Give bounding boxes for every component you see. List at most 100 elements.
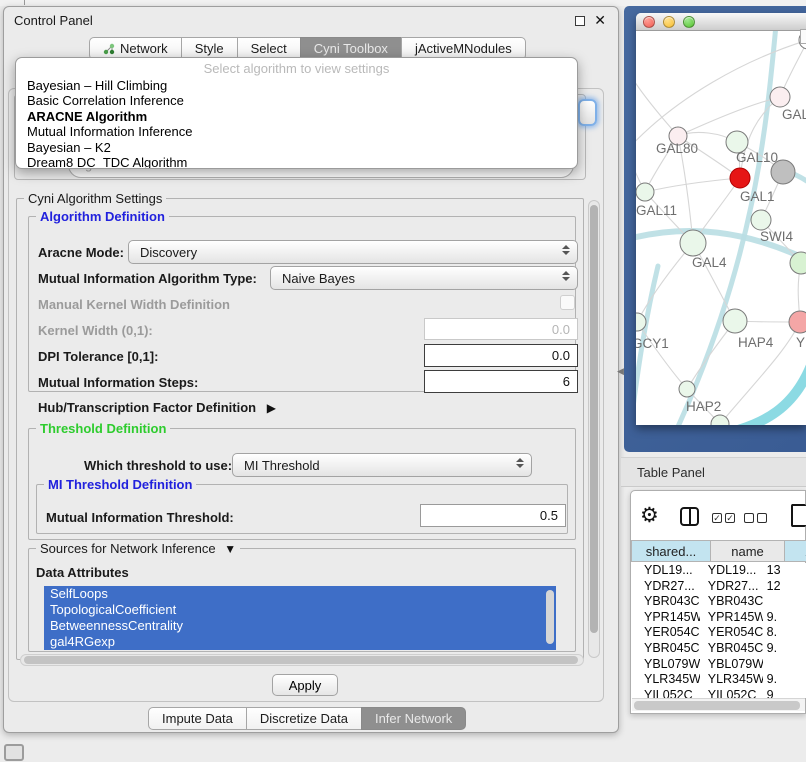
tab-label: Network bbox=[120, 41, 168, 56]
close-icon[interactable]: ✕ bbox=[594, 12, 606, 29]
node-label: GAL80 bbox=[656, 141, 698, 156]
table-row[interactable]: YLR345WYLR345W9. bbox=[632, 672, 806, 688]
algorithm-option[interactable]: Mutual Information Inference bbox=[16, 124, 577, 139]
table-cell: YDR27... bbox=[700, 579, 763, 595]
gear-icon[interactable]: ⚙ bbox=[640, 503, 659, 528]
table-row[interactable]: YDL19...YDL19...13 bbox=[632, 563, 806, 579]
table-row[interactable]: YPR145WYPR145W9. bbox=[632, 610, 806, 626]
unchecked-box-icon bbox=[744, 513, 754, 523]
table-cell: 9 bbox=[763, 688, 806, 698]
which-threshold-combo[interactable]: MI Threshold bbox=[232, 453, 532, 477]
network-node-gal4[interactable] bbox=[680, 230, 706, 256]
table-row[interactable]: YBL079WYBL079W bbox=[632, 657, 806, 673]
panel-title: Control Panel bbox=[14, 13, 93, 28]
kernel-width-field[interactable]: 0.0 bbox=[424, 318, 578, 340]
tab-infer-network[interactable]: Infer Network bbox=[361, 707, 466, 730]
tab-label: Infer Network bbox=[375, 711, 452, 726]
attribute-item[interactable]: TopologicalCoefficient bbox=[44, 602, 556, 618]
node-label: GAL10 bbox=[736, 150, 778, 165]
column-layout-icon[interactable] bbox=[680, 507, 699, 526]
table-cell: 9. bbox=[763, 641, 806, 657]
tab-label: jActiveMNodules bbox=[415, 41, 512, 56]
node-label: Y bbox=[796, 335, 805, 350]
settings-vertical-scrollbar[interactable] bbox=[588, 200, 600, 658]
zoom-traffic-light[interactable] bbox=[683, 16, 695, 28]
node-label: GAL4 bbox=[692, 255, 727, 270]
table-cell: YBR045C bbox=[700, 641, 763, 657]
manual-kernel-checkbox[interactable] bbox=[560, 295, 575, 310]
hub-definition-label[interactable]: Hub/Transcription Factor Definition ▶ bbox=[38, 400, 276, 415]
float-window-icon[interactable] bbox=[575, 16, 585, 26]
table-header-row: shared...nameA bbox=[632, 540, 806, 562]
deselect-all-columns-icon[interactable] bbox=[744, 513, 767, 523]
network-node-gal1[interactable] bbox=[730, 168, 750, 188]
attribute-item[interactable]: gal4RGexp bbox=[44, 634, 556, 650]
network-canvas[interactable]: GAL80GAL10GAL1GAL11GAL4SWI4GCY1HAP4YHAP2… bbox=[636, 31, 806, 425]
table-cell: YLR345W bbox=[700, 672, 763, 688]
data-attributes-list[interactable]: SelfLoopsTopologicalCoefficientBetweenne… bbox=[44, 586, 556, 650]
table-cell: YDL19... bbox=[700, 563, 763, 579]
collapsed-arrow-icon[interactable]: ▶ bbox=[267, 401, 276, 415]
network-window-titlebar bbox=[636, 13, 806, 31]
which-threshold-label: Which threshold to use: bbox=[84, 458, 232, 473]
table-row[interactable]: YBR043CYBR043C bbox=[632, 594, 806, 610]
dpi-tolerance-field[interactable]: 0.0 bbox=[424, 344, 578, 367]
focused-combo-stepper[interactable] bbox=[578, 99, 597, 126]
network-node-y[interactable] bbox=[789, 311, 806, 333]
algorithm-option[interactable]: Bayesian – K2 bbox=[16, 140, 577, 155]
table-row[interactable]: YIL052CYIL052C9 bbox=[632, 688, 806, 698]
mi-threshold-field[interactable]: 0.5 bbox=[420, 504, 566, 527]
network-node-swi4[interactable] bbox=[751, 210, 771, 230]
document-icon[interactable] bbox=[791, 504, 806, 527]
table-body[interactable]: YDL19...YDL19...13YDR27...YDR27...12YBR0… bbox=[632, 563, 806, 698]
tab-discretize-data[interactable]: Discretize Data bbox=[246, 707, 362, 730]
aracne-mode-combo[interactable]: Discovery bbox=[128, 240, 578, 264]
table-cell: 9. bbox=[763, 610, 806, 626]
algorithm-option[interactable]: Bayesian – Hill Climbing bbox=[16, 78, 577, 93]
tab-label: Select bbox=[251, 41, 287, 56]
attribute-item[interactable]: BetweennessCentrality bbox=[44, 618, 556, 634]
dock-grip-button[interactable] bbox=[4, 744, 24, 761]
mi-steps-field[interactable]: 6 bbox=[424, 370, 578, 393]
minimize-traffic-light[interactable] bbox=[663, 16, 675, 28]
table-cell: YIL052C bbox=[700, 688, 763, 698]
panel-splitter-arrow-icon[interactable]: ◀ bbox=[617, 366, 624, 377]
checked-box-icon: ✓ bbox=[712, 513, 722, 523]
expanded-arrow-icon[interactable]: ▼ bbox=[224, 542, 236, 556]
network-node-gal[interactable] bbox=[770, 87, 790, 107]
table-row[interactable]: YER054CYER054C8. bbox=[632, 625, 806, 641]
network-node-hap4[interactable] bbox=[723, 309, 747, 333]
algorithm-select-placeholder: Select algorithm to view settings bbox=[16, 60, 577, 78]
select-all-columns-icon[interactable]: ✓ ✓ bbox=[712, 513, 735, 523]
table-row[interactable]: YDR27...YDR27...12 bbox=[632, 579, 806, 595]
attributes-scrollbar[interactable] bbox=[545, 588, 555, 648]
network-node-gal11[interactable] bbox=[636, 183, 654, 201]
algorithm-option[interactable]: Dream8 DC_TDC Algorithm bbox=[16, 155, 577, 169]
node-label: SWI4 bbox=[760, 229, 793, 244]
network-node-hap2[interactable] bbox=[679, 381, 695, 397]
dpi-tolerance-label: DPI Tolerance [0,1]: bbox=[38, 349, 158, 364]
table-row[interactable]: YBR045CYBR045C9. bbox=[632, 641, 806, 657]
table-horizontal-scrollbar[interactable] bbox=[632, 698, 805, 711]
cyni-settings-title: Cyni Algorithm Settings bbox=[24, 191, 166, 206]
table-cell: 13 bbox=[763, 563, 806, 579]
column-header[interactable]: shared... bbox=[631, 540, 711, 562]
algorithm-option[interactable]: ARACNE Algorithm bbox=[16, 109, 577, 124]
column-header[interactable]: name bbox=[710, 540, 785, 562]
attribute-item[interactable]: SelfLoops bbox=[44, 586, 556, 602]
apply-button[interactable]: Apply bbox=[272, 674, 338, 696]
mi-type-combo[interactable]: Naive Bayes bbox=[270, 266, 578, 290]
node-label: HAP2 bbox=[686, 399, 721, 414]
table-cell bbox=[763, 657, 806, 673]
table-cell bbox=[763, 594, 806, 610]
mi-type-label: Mutual Information Algorithm Type: bbox=[38, 271, 257, 286]
tab-label: Style bbox=[195, 41, 224, 56]
algorithm-option[interactable]: Basic Correlation Inference bbox=[16, 93, 577, 108]
settings-horizontal-scrollbar[interactable] bbox=[20, 654, 584, 666]
table-cell: YER054C bbox=[632, 625, 700, 641]
algorithm-definition-title: Algorithm Definition bbox=[36, 209, 169, 224]
column-header[interactable]: A bbox=[784, 540, 806, 562]
close-traffic-light[interactable] bbox=[643, 16, 655, 28]
tab-impute-data[interactable]: Impute Data bbox=[148, 707, 247, 730]
threshold-definition-title: Threshold Definition bbox=[36, 421, 170, 436]
